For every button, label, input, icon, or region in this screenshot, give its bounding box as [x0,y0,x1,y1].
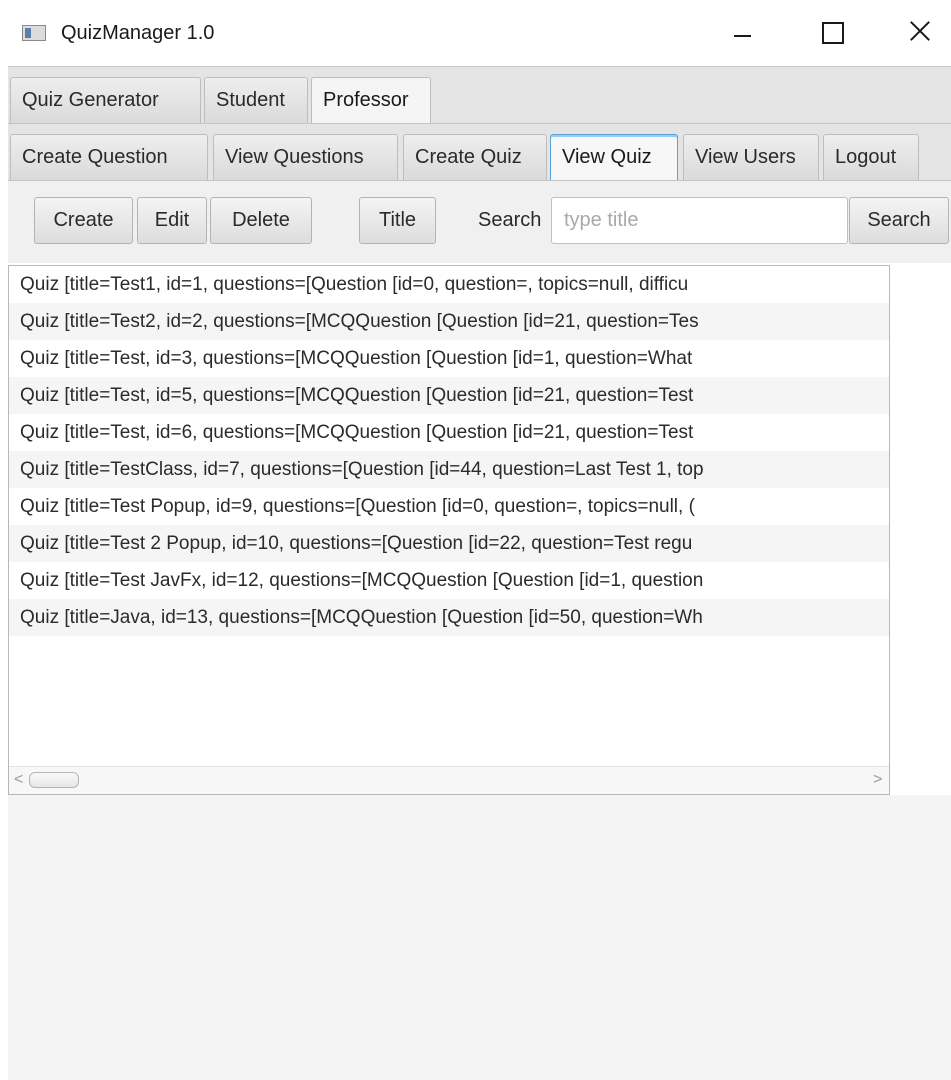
quiz-toolbar: Create Edit Delete Title Search Search [8,181,951,263]
close-icon[interactable] [897,12,943,54]
list-item[interactable]: Quiz [title=Test2, id=2, questions=[MCQQ… [9,303,889,340]
list-item[interactable]: Quiz [title=Test, id=3, questions=[MCQQu… [9,340,889,377]
minimize-icon[interactable] [720,12,766,54]
list-item[interactable]: Quiz [title=TestClass, id=7, questions=[… [9,451,889,488]
title-sort-button[interactable]: Title [359,197,436,244]
create-button[interactable]: Create [34,197,133,244]
tab-create-quiz[interactable]: Create Quiz [403,134,547,180]
quiz-list[interactable]: Quiz [title=Test1, id=1, questions=[Ques… [8,265,890,795]
tab-logout[interactable]: Logout [823,134,919,180]
delete-button[interactable]: Delete [210,197,312,244]
list-item[interactable]: Quiz [title=Java, id=13, questions=[MCQQ… [9,599,889,636]
list-item[interactable]: Quiz [title=Test, id=6, questions=[MCQQu… [9,414,889,451]
tab-professor[interactable]: Professor [311,77,431,123]
scroll-thumb[interactable] [29,772,79,788]
list-item[interactable]: Quiz [title=Test Popup, id=9, questions=… [9,488,889,525]
tab-create-question[interactable]: Create Question [10,134,208,180]
tab-quiz-generator[interactable]: Quiz Generator [10,77,201,123]
scroll-right-icon[interactable]: > [873,770,882,790]
app-window-icon [22,25,46,41]
title-bar: QuizManager 1.0 [0,0,951,66]
scroll-left-icon[interactable]: < [14,770,23,790]
horizontal-scrollbar[interactable]: < > [9,766,889,794]
list-item[interactable]: Quiz [title=Test JavFx, id=12, questions… [9,562,889,599]
search-button[interactable]: Search [849,197,949,244]
list-item[interactable]: Quiz [title=Test, id=5, questions=[MCQQu… [9,377,889,414]
tab-view-questions[interactable]: View Questions [213,134,398,180]
tab-view-users[interactable]: View Users [683,134,819,180]
search-input[interactable] [551,197,848,244]
empty-content-area [8,795,951,1080]
main-tab-bar: Quiz Generator Student Professor [8,66,951,124]
edit-button[interactable]: Edit [137,197,207,244]
maximize-icon[interactable] [808,12,854,54]
list-item[interactable]: Quiz [title=Test1, id=1, questions=[Ques… [9,266,889,303]
window-border [0,66,8,1080]
list-item[interactable]: Quiz [title=Test 2 Popup, id=10, questio… [9,525,889,562]
window-title: QuizManager 1.0 [61,22,215,44]
tab-view-quiz[interactable]: View Quiz [550,134,678,180]
tab-student[interactable]: Student [204,77,308,123]
professor-tab-bar: Create Question View Questions Create Qu… [8,124,951,181]
search-label: Search [478,209,542,231]
